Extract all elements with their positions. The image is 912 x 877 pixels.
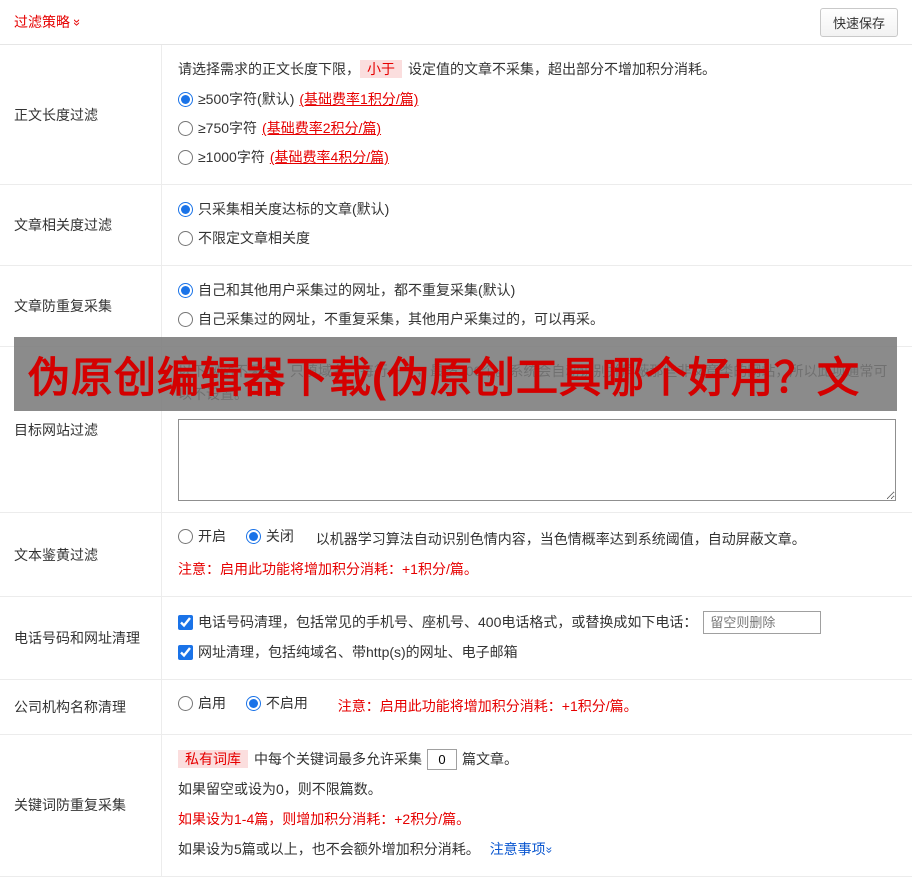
- radio-500-chars[interactable]: [178, 92, 193, 107]
- body-length-option-500[interactable]: ≥500字符(默认) (基础费率1积分/篇): [178, 89, 896, 110]
- keyword-limit-line: 私有词库中每个关键词最多允许采集 篇文章。: [178, 748, 896, 771]
- row-phone-url-cleanup: 电话号码和网址清理 电话号码清理，包括常见的手机号、座机号、400电话格式，或替…: [0, 597, 912, 680]
- keyword-note-5plus: 如果设为5篇或以上，也不会额外增加积分消耗。: [178, 841, 480, 857]
- keyword-note-1-4: 如果设为1-4篇，则增加积分消耗：+2积分/篇。: [178, 808, 896, 831]
- row-dedupe-collection: 文章防重复采集 自己和其他用户采集过的网址，都不重复采集(默认) 自己采集过的网…: [0, 266, 912, 347]
- keyword-count-input[interactable]: [427, 749, 457, 770]
- option-label: 只采集相关度达标的文章(默认): [198, 199, 389, 220]
- porn-option-on[interactable]: 开启: [178, 526, 226, 547]
- company-note: 注意：启用此功能将增加积分消耗：+1积分/篇。: [338, 698, 638, 714]
- porn-filter-content: 开启 关闭 以机器学习算法自动识别色情内容，当色情概率达到系统阈值，自动屏蔽文章…: [162, 513, 912, 596]
- relevance-content: 只采集相关度达标的文章(默认) 不限定文章相关度: [162, 185, 912, 265]
- porn-filter-options-line: 开启 关闭 以机器学习算法自动识别色情内容，当色情概率达到系统阈值，自动屏蔽文章…: [178, 526, 896, 551]
- page-title: 过滤策略 »: [14, 12, 81, 32]
- option-label: ≥500字符(默认): [198, 89, 294, 110]
- option-label: 启用: [198, 693, 226, 714]
- body-length-content: 请选择需求的正文长度下限，小于设定值的文章不采集，超出部分不增加积分消耗。 ≥5…: [162, 45, 912, 184]
- option-label: ≥750字符: [198, 118, 257, 139]
- url-cleanup-option[interactable]: 网址清理，包括纯域名、带http(s)的网址、电子邮箱: [178, 642, 896, 663]
- keyword-label: 关键词防重复采集: [0, 735, 162, 876]
- quick-save-button[interactable]: 快速保存: [820, 8, 898, 37]
- body-length-label: 正文长度过滤: [0, 45, 162, 184]
- chevron-down-icon: »: [71, 18, 84, 25]
- relevance-label: 文章相关度过滤: [0, 185, 162, 265]
- watermark-overlay-banner: 伪原创编辑器下载(伪原创工具哪个好用？文: [14, 337, 897, 411]
- checkbox-url-cleanup[interactable]: [178, 645, 193, 660]
- chevron-down-icon: »: [543, 847, 555, 854]
- dedupe-option-self[interactable]: 自己采集过的网址，不重复采集，其他用户采集过的，可以再采。: [178, 309, 896, 330]
- keyword-note-zero: 如果留空或设为0，则不限篇数。: [178, 778, 896, 801]
- dedupe-option-global[interactable]: 自己和其他用户采集过的网址，都不重复采集(默认): [178, 280, 896, 301]
- blocked-sites-textarea[interactable]: [178, 419, 896, 501]
- keyword-limit-mid: 中每个关键词最多允许采集: [254, 751, 422, 767]
- option-label: ≥1000字符: [198, 147, 265, 168]
- radio-dedupe-self[interactable]: [178, 312, 193, 327]
- porn-filter-description: 以机器学习算法自动识别色情内容，当色情概率达到系统阈值，自动屏蔽文章。: [316, 531, 806, 547]
- radio-dedupe-global[interactable]: [178, 283, 193, 298]
- row-porn-filter: 文本鉴黄过滤 开启 关闭 以机器学习算法自动识别色情内容，当色情概率达到系统阈值…: [0, 513, 912, 597]
- option-label: 自己采集过的网址，不重复采集，其他用户采集过的，可以再采。: [198, 309, 604, 330]
- radio-porn-off[interactable]: [246, 529, 261, 544]
- body-length-option-750[interactable]: ≥750字符 (基础费率2积分/篇): [178, 118, 896, 139]
- checkbox-phone-cleanup[interactable]: [178, 615, 193, 630]
- option-fee: (基础费率4积分/篇): [270, 147, 389, 168]
- dedupe-content: 自己和其他用户采集过的网址，都不重复采集(默认) 自己采集过的网址，不重复采集，…: [162, 266, 912, 346]
- row-keyword-dedupe: 关键词防重复采集 私有词库中每个关键词最多允许采集 篇文章。 如果留空或设为0，则…: [0, 735, 912, 877]
- private-thesaurus-highlight: 私有词库: [178, 750, 248, 768]
- option-label: 自己和其他用户采集过的网址，都不重复采集(默认): [198, 280, 515, 301]
- porn-filter-note: 注意：启用此功能将增加积分消耗：+1积分/篇。: [178, 558, 896, 581]
- row-body-length-filter: 正文长度过滤 请选择需求的正文长度下限，小于设定值的文章不采集，超出部分不增加积…: [0, 45, 912, 185]
- notice-link[interactable]: 注意事项»: [490, 841, 553, 857]
- notice-link-text: 注意事项: [490, 841, 546, 857]
- relevance-option-strict[interactable]: 只采集相关度达标的文章(默认): [178, 199, 896, 220]
- radio-1000-chars[interactable]: [178, 150, 193, 165]
- body-length-option-1000[interactable]: ≥1000字符 (基础费率4积分/篇): [178, 147, 896, 168]
- radio-porn-on[interactable]: [178, 529, 193, 544]
- option-label: 不启用: [266, 693, 308, 714]
- body-length-intro-pre: 请选择需求的正文长度下限，: [178, 61, 360, 77]
- radio-company-off[interactable]: [246, 696, 261, 711]
- phone-cleanup-option[interactable]: 电话号码清理，包括常见的手机号、座机号、400电话格式，或替换成如下电话：: [178, 611, 896, 634]
- company-option-on[interactable]: 启用: [178, 693, 226, 714]
- body-length-intro: 请选择需求的正文长度下限，小于设定值的文章不采集，超出部分不增加积分消耗。: [178, 58, 896, 81]
- company-options-line: 启用 不启用 注意：启用此功能将增加积分消耗：+1积分/篇。: [178, 693, 896, 718]
- radio-relevance-any[interactable]: [178, 231, 193, 246]
- page-title-text: 过滤策略: [14, 12, 70, 32]
- keyword-limit-post: 篇文章。: [462, 751, 518, 767]
- keyword-content: 私有词库中每个关键词最多允许采集 篇文章。 如果留空或设为0，则不限篇数。 如果设…: [162, 735, 912, 876]
- option-label: 电话号码清理，包括常见的手机号、座机号、400电话格式，或替换成如下电话：: [198, 612, 697, 633]
- company-content: 启用 不启用 注意：启用此功能将增加积分消耗：+1积分/篇。: [162, 680, 912, 733]
- relevance-option-any[interactable]: 不限定文章相关度: [178, 228, 896, 249]
- porn-option-off[interactable]: 关闭: [246, 526, 294, 547]
- option-label: 网址清理，包括纯域名、带http(s)的网址、电子邮箱: [198, 642, 518, 663]
- dedupe-label: 文章防重复采集: [0, 266, 162, 346]
- option-label: 不限定文章相关度: [198, 228, 310, 249]
- porn-filter-label: 文本鉴黄过滤: [0, 513, 162, 596]
- option-label: 关闭: [266, 526, 294, 547]
- option-fee: (基础费率2积分/篇): [262, 118, 381, 139]
- less-than-highlight: 小于: [360, 60, 402, 78]
- radio-company-on[interactable]: [178, 696, 193, 711]
- option-fee: (基础费率1积分/篇): [299, 89, 418, 110]
- radio-relevance-strict[interactable]: [178, 202, 193, 217]
- row-company-cleanup: 公司机构名称清理 启用 不启用 注意：启用此功能将增加积分消耗：+1积分/篇。: [0, 680, 912, 734]
- radio-750-chars[interactable]: [178, 121, 193, 136]
- body-length-intro-post: 设定值的文章不采集，超出部分不增加积分消耗。: [408, 61, 716, 77]
- phone-url-content: 电话号码清理，包括常见的手机号、座机号、400电话格式，或替换成如下电话： 网址…: [162, 597, 912, 679]
- company-option-off[interactable]: 不启用: [246, 693, 308, 714]
- header-bar: 过滤策略 » 快速保存: [0, 0, 912, 45]
- phone-url-label: 电话号码和网址清理: [0, 597, 162, 679]
- company-label: 公司机构名称清理: [0, 680, 162, 733]
- keyword-note-5plus-line: 如果设为5篇或以上，也不会额外增加积分消耗。 注意事项»: [178, 838, 896, 861]
- watermark-text: 伪原创编辑器下载(伪原创工具哪个好用？文: [28, 344, 860, 405]
- option-label: 开启: [198, 526, 226, 547]
- replacement-phone-input[interactable]: [703, 611, 821, 634]
- row-relevance-filter: 文章相关度过滤 只采集相关度达标的文章(默认) 不限定文章相关度: [0, 185, 912, 266]
